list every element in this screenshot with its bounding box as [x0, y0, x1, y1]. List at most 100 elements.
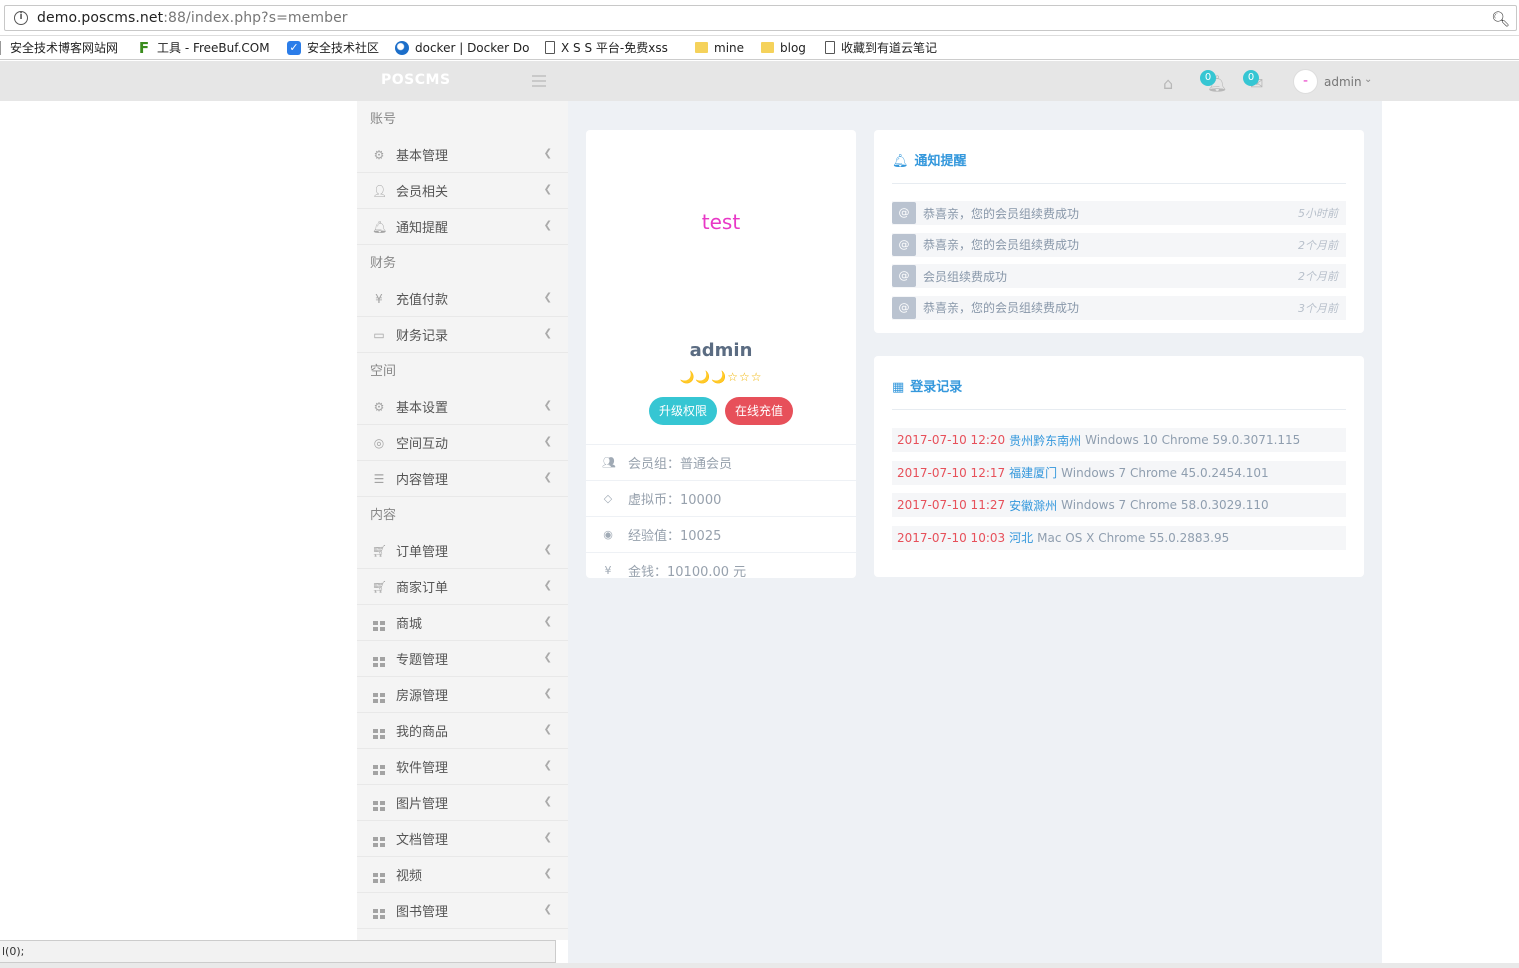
sidebar-item-products[interactable]: 我的商品 ❮	[357, 713, 568, 749]
grid-icon	[372, 722, 386, 739]
folder-icon	[761, 42, 774, 53]
grid-icon	[372, 758, 386, 775]
bookmark-item[interactable]: X S S 平台-免费xss	[545, 39, 681, 56]
chevron-left-icon: ❮	[543, 148, 552, 159]
user-menu[interactable]: admin	[1324, 75, 1362, 89]
login-title[interactable]: ▦ 登录记录	[892, 376, 962, 395]
sidebar-item-orders[interactable]: 🛒︎ 订单管理 ❮	[357, 533, 568, 569]
grid-icon	[372, 650, 386, 667]
chevron-left-icon: ❮	[543, 292, 552, 303]
sidebar-item-software[interactable]: 软件管理 ❮	[357, 749, 568, 785]
bookmark-item[interactable]: 安全技术博客网站网	[0, 39, 123, 56]
sidebar-item-member[interactable]: 👤︎ 会员相关 ❮	[357, 173, 568, 209]
app-header: POSCMS ⌂ 🔔︎ 0 ✉ 0 - admin ⌄	[0, 61, 1519, 101]
url-text[interactable]: demo.poscms.net:88/index.php?s=member	[37, 10, 348, 26]
notify-badge: 0	[1200, 70, 1216, 86]
page-icon	[545, 41, 555, 54]
chevron-left-icon: ❮	[543, 652, 552, 663]
bookmarks-bar: 安全技术博客网站网 F 工具 - FreeBuf.COM ✓ 安全技术社区 do…	[0, 36, 1519, 60]
bookmark-item[interactable]: 收藏到有道云笔记	[825, 39, 937, 56]
sidebar-section-title: 财务	[370, 256, 397, 271]
folder-icon	[695, 42, 708, 53]
sidebar-item-finance[interactable]: ▭ 财务记录 ❮	[357, 317, 568, 353]
bookmark-item[interactable]: mine	[695, 41, 747, 55]
compass-icon: ◉	[603, 528, 613, 541]
sidebar-item-basic[interactable]: ⚙ 基本管理 ❮	[357, 137, 568, 173]
list-item[interactable]: @ 恭喜亲，您的会员组续费成功 2个月前	[892, 232, 1346, 257]
globe-icon	[395, 40, 409, 55]
chevron-left-icon: ❮	[543, 904, 552, 915]
profile-stats: 👥︎ 会员组：普通会员 ◇ 虚拟币：10000 ◉ 经验值：10025 ¥ 金钱…	[586, 444, 856, 588]
sidebar-item-content[interactable]: ☰ 内容管理 ❮	[357, 461, 568, 497]
chevron-left-icon: ❮	[543, 832, 552, 843]
chevron-left-icon: ❮	[543, 688, 552, 699]
at-icon: @	[892, 296, 916, 319]
sidebar-item-documents[interactable]: 文档管理 ❮	[357, 821, 568, 857]
bell-icon: 🔔︎	[372, 219, 388, 234]
bookmark-blank-icon	[0, 40, 4, 55]
notice-title[interactable]: 🔔︎ 通知提醒	[892, 150, 967, 169]
chevron-left-icon: ❮	[543, 760, 552, 771]
cart-icon: 🛒︎	[372, 543, 388, 558]
recharge-button[interactable]: 在线充值	[725, 397, 793, 425]
grid-icon	[372, 866, 386, 883]
divider	[892, 183, 1346, 184]
list-item[interactable]: @ 会员组续费成功 2个月前	[892, 264, 1346, 288]
sidebar-item-books[interactable]: 图书管理 ❮	[357, 893, 568, 929]
sidebar-item-settings[interactable]: ⚙ 基本设置 ❮	[357, 389, 568, 425]
chevron-left-icon: ❮	[543, 724, 552, 735]
level-icons: 🌙🌙🌙☆☆☆	[679, 370, 763, 384]
status-bar: l(0);	[0, 940, 556, 963]
at-icon: @	[892, 233, 916, 256]
gear-icon: ⚙	[373, 399, 385, 414]
chevron-left-icon: ❮	[543, 220, 552, 231]
grid-icon	[372, 614, 386, 631]
at-icon: @	[892, 202, 916, 224]
chevron-left-icon: ❮	[543, 868, 552, 879]
home-icon[interactable]: ⌂	[1163, 74, 1173, 93]
upgrade-button[interactable]: 升级权限	[649, 397, 717, 425]
yen-icon: ¥	[604, 564, 612, 577]
grid-icon	[372, 794, 386, 811]
profile-card: test admin 🌙🌙🌙☆☆☆ 升级权限 在线充值 👥︎ 会员组：普通会员 …	[586, 130, 856, 580]
sidebar-item-images[interactable]: 图片管理 ❮	[357, 785, 568, 821]
url-field[interactable]: i demo.poscms.net:88/index.php?s=member …	[4, 5, 1517, 31]
chevron-left-icon: ❮	[543, 616, 552, 627]
calendar-icon: ▦	[892, 380, 905, 395]
page-icon	[825, 41, 835, 54]
bookmark-item[interactable]: docker | Docker Do	[395, 40, 531, 55]
bottom-strip	[0, 963, 1519, 968]
chevron-left-icon: ❮	[543, 544, 552, 555]
stat-coins: ◇ 虚拟币：10000	[586, 480, 856, 516]
sidebar-item-mall[interactable]: 商城 ❮	[357, 605, 568, 641]
menu-toggle-icon[interactable]	[532, 75, 546, 90]
logo[interactable]: POSCMS	[381, 72, 451, 88]
list-item: 2017-07-10 12:20 贵州黔东南州 Windows 10 Chrom…	[892, 428, 1346, 452]
sidebar-item-housing[interactable]: 房源管理 ❮	[357, 677, 568, 713]
chevron-down-icon[interactable]: ⌄	[1364, 74, 1372, 85]
cogs-icon: ⚙	[373, 147, 385, 162]
chevron-left-icon: ❮	[543, 580, 552, 591]
sidebar-section-title: 内容	[370, 508, 397, 523]
list-item[interactable]: @ 恭喜亲，您的会员组续费成功 3个月前	[892, 295, 1346, 320]
sidebar-item-merchant-orders[interactable]: 🛒︎ 商家订单 ❮	[357, 569, 568, 605]
sidebar-item-interact[interactable]: ◎ 空间互动 ❮	[357, 425, 568, 461]
diamond-icon: ◇	[603, 492, 613, 505]
user-icon: 👤︎	[372, 183, 388, 198]
sidebar-item-recharge[interactable]: ¥ 充值付款 ❮	[357, 281, 568, 317]
bookmark-item[interactable]: F 工具 - FreeBuf.COM	[137, 39, 273, 56]
stat-money: ¥ 金钱：10100.00 元	[586, 552, 856, 588]
sidebar-item-topics[interactable]: 专题管理 ❮	[357, 641, 568, 677]
bookmark-item[interactable]: blog	[761, 41, 811, 55]
chevron-left-icon: ❮	[543, 796, 552, 807]
bookmark-item[interactable]: ✓ 安全技术社区	[287, 39, 381, 56]
avatar[interactable]: -	[1293, 69, 1318, 94]
sidebar-item-notify[interactable]: 🔔︎ 通知提醒 ❮	[357, 209, 568, 245]
search-icon[interactable]: 🔍︎	[1491, 10, 1510, 28]
info-icon[interactable]: i	[14, 11, 28, 25]
profile-avatar[interactable]: test	[586, 210, 856, 234]
login-list: 2017-07-10 12:20 贵州黔东南州 Windows 10 Chrom…	[892, 428, 1346, 558]
list-item[interactable]: @ 恭喜亲，您的会员组续费成功 5小时前	[892, 201, 1346, 225]
shield-icon: ✓	[287, 40, 301, 55]
sidebar-item-video[interactable]: 视频 ❮	[357, 857, 568, 893]
